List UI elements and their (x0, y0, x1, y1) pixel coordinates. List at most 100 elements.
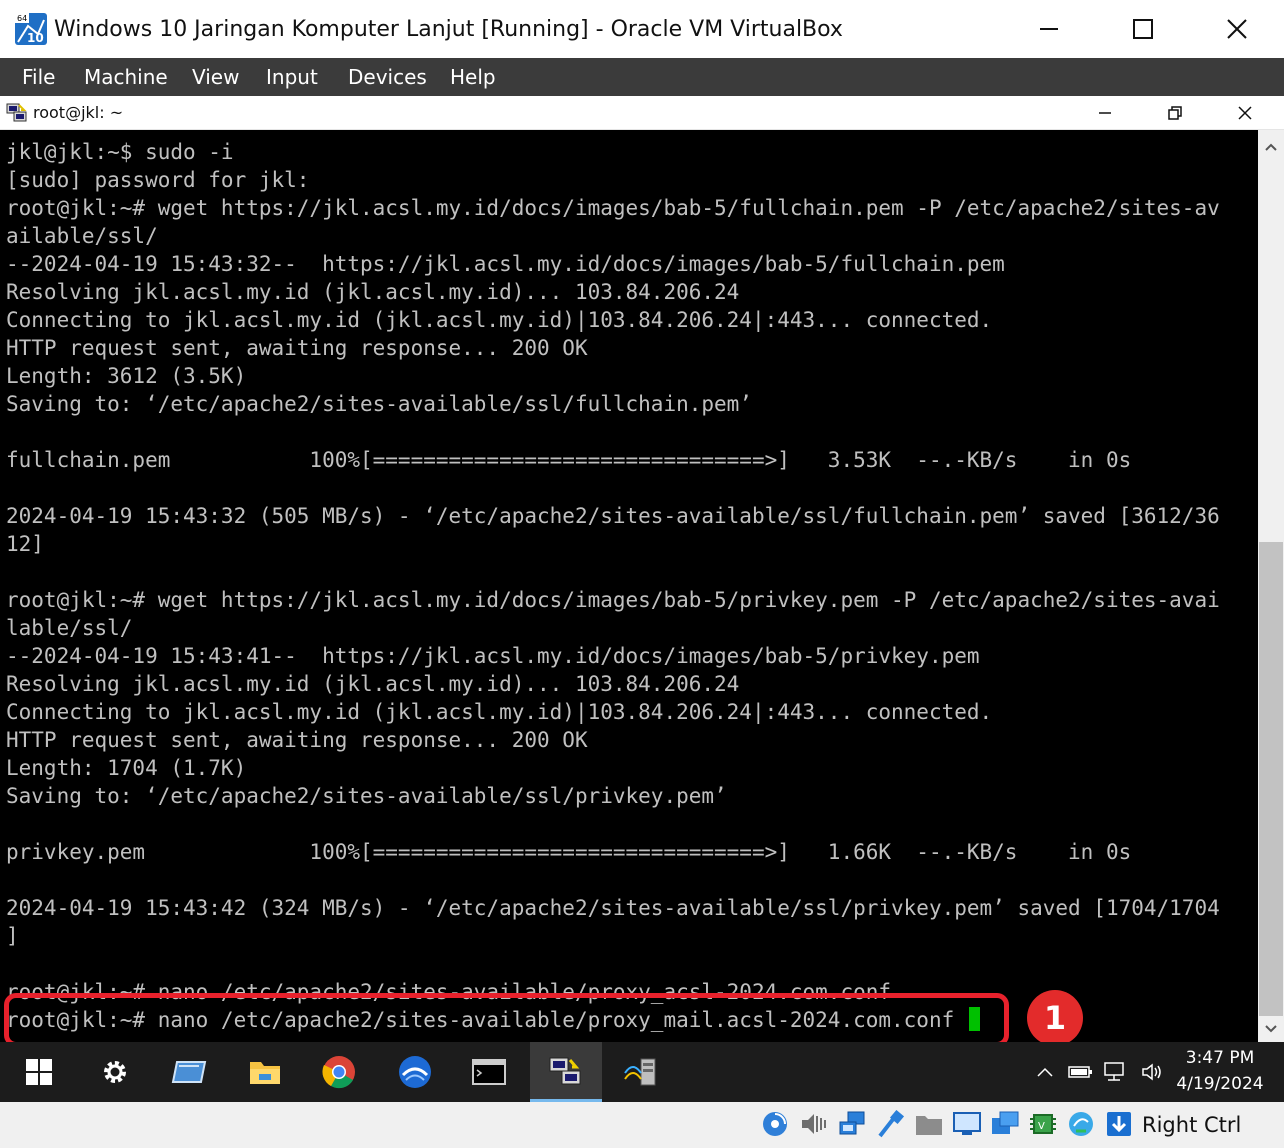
menu-file[interactable]: File (22, 58, 55, 96)
terminal-line-text: ] (6, 924, 19, 948)
status-audio[interactable] (798, 1108, 828, 1140)
terminal-restore-button[interactable] (1140, 96, 1210, 130)
tray-battery[interactable] (1066, 1058, 1096, 1086)
terminal-screen[interactable]: jkl@jkl:~$ sudo -i [sudo] password for jk… (0, 130, 1258, 1042)
mouse-integration-icon (1069, 1112, 1093, 1136)
terminal-line-text: jkl@jkl:~$ sudo -i (6, 140, 234, 164)
terminal-line-text: Resolving jkl.acsl.my.id (jkl.acsl.my.id… (6, 280, 740, 304)
terminal-line: privkey.pem 100%[=======================… (6, 838, 1220, 866)
usb-icon (878, 1110, 905, 1138)
status-network[interactable] (838, 1108, 868, 1140)
scroll-thumb[interactable] (1259, 542, 1283, 1016)
status-shared-folders[interactable] (914, 1108, 944, 1140)
terminal-line-text: Connecting to jkl.acsl.my.id (jkl.acsl.m… (6, 308, 993, 332)
status-usb[interactable] (876, 1108, 906, 1140)
terminal-line: fullchain.pem 100%[=====================… (6, 446, 1220, 474)
taskbar-clock-time[interactable]: 3:47 PM (1176, 1048, 1264, 1068)
status-mouse-integration[interactable] (1066, 1108, 1096, 1140)
menu-bar: File Machine View Input Devices Help (0, 58, 1284, 96)
chrome-icon (322, 1056, 355, 1089)
tray-network[interactable] (1100, 1058, 1130, 1086)
status-recording[interactable] (990, 1108, 1020, 1140)
settings-icon (104, 1061, 126, 1083)
terminal-icon (472, 1059, 506, 1085)
chevron-down-icon (1265, 1025, 1277, 1033)
step-number-badge: 1 (1027, 990, 1083, 1046)
terminal-line: --2024-04-19 15:43:32-- https://jkl.acsl… (6, 250, 1220, 278)
terminal-line: Resolving jkl.acsl.my.id (jkl.acsl.my.id… (6, 670, 1220, 698)
menu-help[interactable]: Help (450, 58, 496, 96)
terminal-line-text: --2024-04-19 15:43:41-- https://jkl.acsl… (6, 644, 980, 668)
terminal-line-text: ailable/ssl/ (6, 224, 158, 248)
chevron-up-icon (1265, 143, 1277, 151)
terminal-line-text: 2024-04-19 15:43:42 (324 MB/s) - ‘/etc/a… (6, 896, 1220, 920)
terminal-close-button[interactable] (1210, 96, 1280, 130)
putty-icon (6, 101, 28, 123)
menu-input[interactable]: Input (266, 58, 318, 96)
terminal-line-text: Resolving jkl.acsl.my.id (jkl.acsl.my.id… (6, 672, 740, 696)
close-button[interactable] (1190, 0, 1284, 58)
volume-icon (1142, 1063, 1161, 1081)
optical-disk-icon (763, 1112, 787, 1136)
tray-volume[interactable] (1138, 1058, 1168, 1086)
terminal-line: root@jkl:~# wget https://jkl.acsl.my.id/… (6, 586, 1220, 614)
terminal-line: Saving to: ‘/etc/apache2/sites-available… (6, 390, 1220, 418)
terminal-minimize-button[interactable] (1070, 96, 1140, 130)
terminal-line-text: Length: 3612 (3.5K) (6, 364, 247, 388)
terminal-line-text: Length: 1704 (1.7K) (6, 756, 247, 780)
vm-icon-badge: 64 (17, 14, 27, 23)
terminal-line: ailable/ssl/ (6, 222, 1220, 250)
taskbar-putty[interactable] (530, 1042, 602, 1102)
terminal-line: Connecting to jkl.acsl.my.id (jkl.acsl.m… (6, 306, 1220, 334)
terminal-line: lable/ssl/ (6, 614, 1220, 642)
status-display[interactable] (952, 1108, 982, 1140)
terminal-line: 12] (6, 530, 1220, 558)
taskbar-network-tool[interactable] (608, 1042, 674, 1102)
terminal-line-text: root@jkl:~# wget https://jkl.acsl.my.id/… (6, 196, 1220, 220)
restore-icon (1168, 106, 1182, 120)
window-title: Windows 10 Jaringan Komputer Lanjut [Run… (54, 17, 843, 42)
terminal-line: HTTP request sent, awaiting response... … (6, 726, 1220, 754)
keyboard-capture-icon (1107, 1112, 1131, 1136)
terminal-line-text: root@jkl:~# wget https://jkl.acsl.my.id/… (6, 588, 1220, 612)
minimize-button[interactable] (1002, 0, 1096, 58)
taskbar-browser[interactable] (382, 1042, 448, 1102)
minimize-icon (1040, 28, 1058, 30)
menu-machine[interactable]: Machine (84, 58, 168, 96)
host-key-label: Right Ctrl (1142, 1113, 1242, 1137)
terminal-window-titlebar[interactable]: root@jkl: ~ (0, 96, 1284, 130)
taskbar-chrome[interactable] (306, 1042, 372, 1102)
terminal-output: jkl@jkl:~$ sudo -i [sudo] password for jk… (6, 138, 1220, 1034)
close-icon (1227, 19, 1247, 39)
show-hidden-icons-button[interactable] (1030, 1058, 1060, 1086)
maximize-button[interactable] (1096, 0, 1190, 58)
taskbar-clock-date[interactable]: 4/19/2024 (1170, 1074, 1270, 1094)
menu-view[interactable]: View (192, 58, 239, 96)
terminal-line-text: Saving to: ‘/etc/apache2/sites-available… (6, 392, 752, 416)
terminal-line: 2024-04-19 15:43:32 (505 MB/s) - ‘/etc/a… (6, 502, 1220, 530)
terminal-line-text: 2024-04-19 15:43:32 (505 MB/s) - ‘/etc/a… (6, 504, 1220, 528)
status-keyboard-capture[interactable] (1104, 1108, 1134, 1140)
start-button[interactable] (6, 1042, 72, 1102)
display-icon (953, 1112, 981, 1135)
status-cpu[interactable]: V (1028, 1108, 1058, 1140)
putty-icon (549, 1057, 581, 1084)
terminal-line: 2024-04-19 15:43:42 (324 MB/s) - ‘/etc/a… (6, 894, 1220, 922)
status-optical-drive[interactable] (760, 1108, 790, 1140)
menu-devices[interactable]: Devices (348, 58, 427, 96)
scroll-down-button[interactable] (1258, 1016, 1284, 1042)
taskbar-settings[interactable] (82, 1042, 148, 1102)
taskbar-terminal[interactable] (456, 1042, 522, 1102)
terminal-line: Saving to: ‘/etc/apache2/sites-available… (6, 782, 1220, 810)
taskbar-remote-desktop[interactable] (156, 1042, 222, 1102)
scroll-up-button[interactable] (1258, 134, 1284, 160)
maximize-icon (1133, 19, 1153, 39)
battery-icon (1068, 1066, 1092, 1078)
terminal-line-text: HTTP request sent, awaiting response... … (6, 728, 588, 752)
taskbar-file-explorer[interactable] (232, 1042, 298, 1102)
remote-desktop-icon (171, 1061, 207, 1083)
terminal-line: root@jkl:~# wget https://jkl.acsl.my.id/… (6, 194, 1220, 222)
vm-window-titlebar[interactable]: 64 10 Windows 10 Jaringan Komputer Lanju… (0, 0, 1284, 58)
